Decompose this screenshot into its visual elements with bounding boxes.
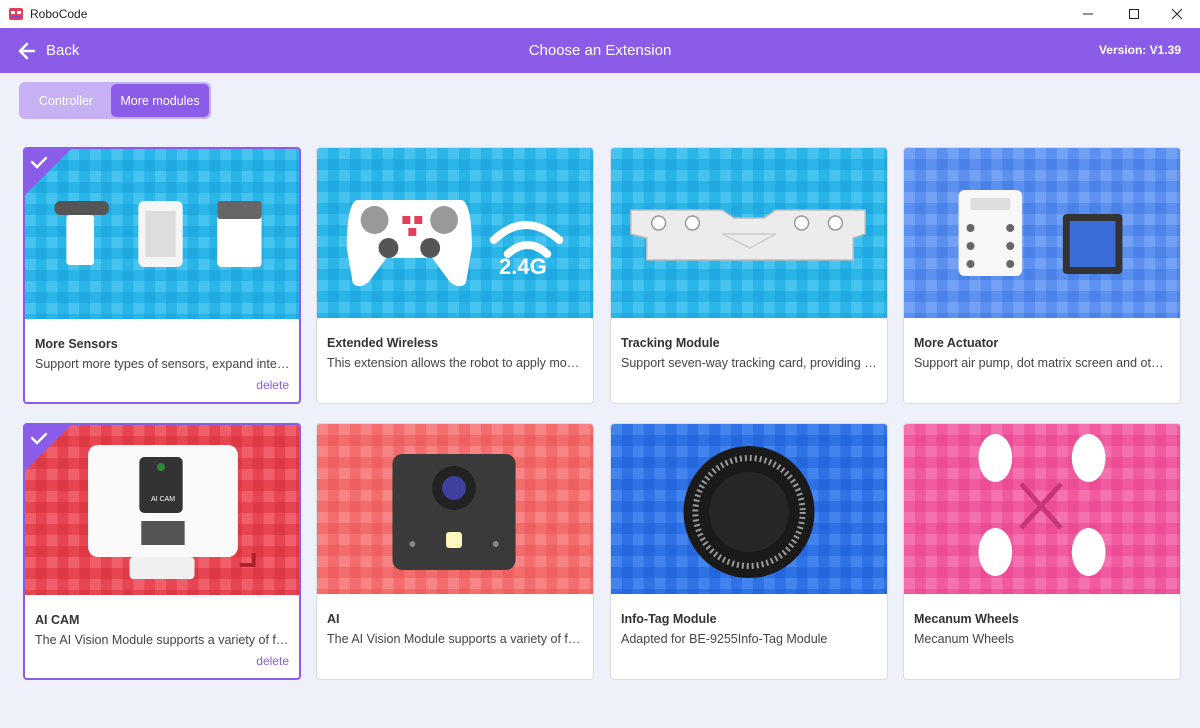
card-title: More Actuator — [914, 336, 999, 350]
extension-card-ai[interactable]: AI The AI Vision Module supports a varie… — [316, 423, 594, 680]
tab-more-modules[interactable]: More modules — [111, 84, 209, 117]
extension-card-more-actuator[interactable]: More Actuator Support air pump, dot matr… — [903, 147, 1181, 404]
extension-card-extended-wireless[interactable]: 2.4G Extended Wireless This extension al… — [316, 147, 594, 404]
extension-card-tracking-module[interactable]: Tracking Module Support seven-way tracki… — [610, 147, 888, 404]
selected-check-icon — [25, 149, 71, 195]
card-description: The AI Vision Module supports a variety … — [35, 633, 291, 647]
card-title: Mecanum Wheels — [914, 612, 1019, 626]
close-icon — [1171, 8, 1183, 20]
app-header: Back Choose an Extension Version: V1.39 — [0, 28, 1200, 73]
card-description: Support seven-way tracking card, providi… — [621, 356, 877, 370]
card-title: AI CAM — [35, 613, 80, 627]
extension-card-mecanum-wheels[interactable]: Mecanum Wheels Mecanum Wheels — [903, 423, 1181, 680]
back-button[interactable]: Back — [18, 28, 79, 73]
card-description: Mecanum Wheels — [914, 632, 1015, 646]
delete-extension-link[interactable]: delete — [256, 654, 289, 668]
back-label: Back — [46, 42, 80, 59]
card-thumbnail — [611, 148, 887, 318]
maximize-button[interactable] — [1111, 0, 1157, 28]
card-thumbnail — [904, 424, 1180, 594]
window-titlebar: RoboCode — [0, 0, 1200, 28]
extension-card-info-tag-module[interactable]: Info-Tag Module Adapted for BE-9255Info-… — [610, 423, 888, 680]
version-label: Version: V1.39 — [1098, 43, 1181, 57]
robocode-app-icon — [9, 8, 23, 20]
card-title: AI — [327, 612, 340, 626]
card-title: Tracking Module — [621, 336, 720, 350]
maximize-icon — [1129, 9, 1139, 19]
close-button[interactable] — [1154, 0, 1200, 28]
card-thumbnail — [317, 424, 593, 594]
card-description: Adapted for BE-9255Info-Tag Module — [621, 632, 828, 646]
extension-card-more-sensors[interactable]: More Sensors Support more types of senso… — [23, 147, 301, 404]
card-description: Support air pump, dot matrix screen and … — [914, 356, 1170, 370]
category-tabs: Controller More modules — [19, 82, 211, 119]
device-label: AI CAM — [150, 496, 176, 503]
card-description: The AI Vision Module supports a variety … — [327, 632, 583, 646]
window-title: RoboCode — [30, 7, 88, 21]
card-description: This extension allows the robot to apply… — [327, 356, 583, 370]
card-description: Support more types of sensors, expand in… — [35, 357, 291, 371]
tab-controller[interactable]: Controller — [21, 84, 111, 117]
wireless-band-label: 2.4G — [499, 254, 547, 279]
card-title: More Sensors — [35, 337, 118, 351]
minimize-button[interactable] — [1065, 0, 1111, 28]
arrow-left-icon — [18, 42, 36, 59]
card-thumbnail — [904, 148, 1180, 318]
minimize-icon — [1083, 13, 1093, 15]
page-title: Choose an Extension — [528, 42, 672, 59]
card-title: Info-Tag Module — [621, 612, 717, 626]
card-title: Extended Wireless — [327, 336, 439, 350]
card-thumbnail — [611, 424, 887, 594]
delete-extension-link[interactable]: delete — [256, 378, 289, 392]
extension-card-ai-cam[interactable]: AI CAM AI CAM The AI Vision Module suppo… — [23, 423, 301, 680]
selected-check-icon — [25, 425, 71, 471]
card-thumbnail — [317, 148, 593, 318]
